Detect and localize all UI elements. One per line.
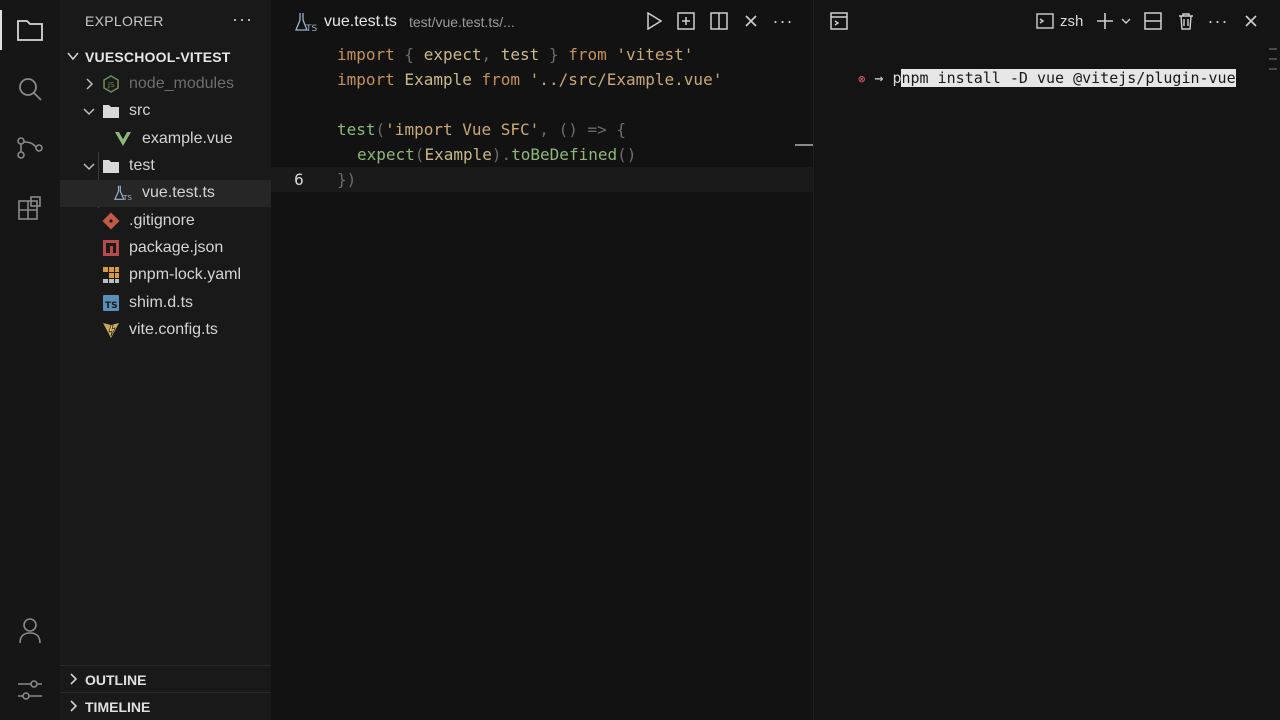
terminal-shell-name[interactable]: zsh bbox=[1060, 13, 1083, 30]
test-flask-icon: TS bbox=[114, 184, 132, 202]
tree-item-label: node_modules bbox=[129, 75, 234, 92]
svg-text:TS: TS bbox=[105, 301, 118, 311]
tree-item-label: test bbox=[129, 157, 155, 174]
close-icon[interactable] bbox=[740, 10, 762, 32]
ts-icon: TS bbox=[102, 294, 120, 312]
split-editor-icon[interactable] bbox=[708, 10, 730, 32]
workspace-root[interactable]: VUESCHOOL-VITEST bbox=[60, 46, 271, 70]
npm-icon bbox=[102, 239, 120, 257]
tree-item-gitignore[interactable]: .gitignore bbox=[60, 208, 271, 235]
chevron-down-icon[interactable] bbox=[1115, 10, 1137, 32]
settings-sliders-icon[interactable] bbox=[14, 674, 46, 706]
tree-item-vite-config[interactable]: vite.config.ts bbox=[60, 317, 271, 344]
editor-tab[interactable]: TS vue.test.ts test/vue.test.ts/... ··· bbox=[271, 0, 813, 42]
vue-icon bbox=[114, 130, 132, 148]
tree-item-vue-test-ts[interactable]: TS vue.test.ts bbox=[60, 180, 271, 207]
workspace-root-label: VUESCHOOL-VITEST bbox=[85, 49, 231, 65]
terminal-scrollbar-marks bbox=[1268, 45, 1278, 77]
chevron-down-icon bbox=[82, 159, 96, 178]
timeline-label: TIMELINE bbox=[85, 699, 151, 715]
tree-item-label: pnpm-lock.yaml bbox=[129, 266, 242, 283]
tree-item-label: vue.test.ts bbox=[142, 184, 215, 201]
search-icon[interactable] bbox=[14, 73, 46, 105]
more-actions-icon[interactable]: ··· bbox=[772, 10, 794, 32]
tab-filepath: test/vue.test.ts/... bbox=[409, 14, 515, 30]
tree-item-label: src bbox=[129, 102, 151, 119]
tree-item-test[interactable]: test bbox=[60, 153, 271, 180]
tree-item-label: package.json bbox=[129, 239, 224, 256]
explorer-title: EXPLORER bbox=[85, 13, 164, 29]
source-control-icon[interactable] bbox=[14, 132, 46, 164]
tree-item-label: example.vue bbox=[142, 130, 233, 147]
extensions-icon[interactable] bbox=[14, 192, 46, 224]
activity-bar bbox=[0, 0, 60, 720]
pnpm-icon bbox=[102, 266, 120, 284]
tree-item-node-modules[interactable]: JS node_modules bbox=[60, 71, 271, 98]
explorer-files-icon[interactable] bbox=[14, 14, 46, 46]
code-line: expect(Example).toBeDefined() bbox=[357, 145, 637, 164]
overview-ruler-marker bbox=[795, 144, 813, 146]
chevron-right-icon bbox=[82, 77, 96, 96]
outline-label: OUTLINE bbox=[85, 672, 147, 688]
terminal-panel-icon[interactable] bbox=[828, 10, 850, 32]
code-line: test('import Vue SFC', () => { bbox=[337, 120, 626, 139]
run-icon[interactable] bbox=[643, 10, 665, 32]
terminal-panel[interactable]: zsh ··· ⊗ → pnpm install -D vue @vitejs/… bbox=[813, 0, 1280, 720]
vite-icon bbox=[102, 321, 120, 339]
tree-item-label: vite.config.ts bbox=[129, 321, 218, 338]
terminal-command-line[interactable]: ⊗ → pnpm install -D vue @vitejs/plugin-v… bbox=[822, 51, 1236, 105]
split-terminal-icon[interactable] bbox=[1142, 10, 1164, 32]
git-icon bbox=[102, 212, 120, 230]
editor-pane: TS vue.test.ts test/vue.test.ts/... ··· … bbox=[271, 0, 813, 720]
tree-item-package-json[interactable]: package.json bbox=[60, 235, 271, 262]
code-line: import { expect, test } from 'vitest' bbox=[337, 45, 694, 64]
chevron-down-icon bbox=[65, 48, 81, 69]
close-icon[interactable] bbox=[1240, 10, 1262, 32]
selected-command-text: npm install -D vue @vitejs/plugin-vue bbox=[901, 69, 1236, 87]
tab-filename: vue.test.ts bbox=[324, 13, 397, 30]
svg-text:JS: JS bbox=[107, 81, 115, 89]
timeline-section[interactable]: TIMELINE bbox=[60, 692, 271, 720]
svg-text:TS: TS bbox=[305, 24, 317, 32]
tree-item-label: shim.d.ts bbox=[129, 294, 194, 311]
folder-icon bbox=[102, 157, 120, 175]
tree-item-pnpm-lock[interactable]: pnpm-lock.yaml bbox=[60, 262, 271, 289]
tree-item-shim-d-ts[interactable]: TS shim.d.ts bbox=[60, 290, 271, 317]
code-line: import Example from '../src/Example.vue' bbox=[337, 70, 723, 89]
tree-item-src[interactable]: src bbox=[60, 98, 271, 125]
chevron-right-icon bbox=[66, 699, 80, 718]
tree-item-label: .gitignore bbox=[129, 212, 195, 229]
chevron-down-icon bbox=[82, 104, 96, 123]
explorer-sidebar: EXPLORER ··· VUESCHOOL-VITEST JS node_mo… bbox=[60, 0, 271, 720]
trash-icon[interactable] bbox=[1175, 10, 1197, 32]
test-flask-icon: TS bbox=[295, 12, 317, 37]
error-status-icon: ⊗ bbox=[858, 72, 866, 86]
line-number: 6 bbox=[294, 170, 304, 189]
more-actions-icon[interactable]: ··· bbox=[1207, 10, 1229, 32]
chevron-right-icon bbox=[66, 672, 80, 691]
prompt-arrow: → bbox=[874, 69, 884, 87]
folder-icon bbox=[102, 102, 120, 120]
node-folder-icon: JS bbox=[102, 75, 120, 93]
add-terminal-icon[interactable] bbox=[1094, 10, 1116, 32]
active-indicator bbox=[0, 10, 2, 50]
terminal-shell-icon[interactable] bbox=[1034, 10, 1056, 32]
new-file-icon[interactable] bbox=[675, 10, 697, 32]
outline-section[interactable]: OUTLINE bbox=[60, 665, 271, 693]
explorer-more-button[interactable]: ··· bbox=[232, 9, 253, 30]
code-line-current: 6 }) bbox=[271, 167, 813, 192]
account-icon[interactable] bbox=[14, 614, 46, 646]
svg-text:TS: TS bbox=[122, 193, 132, 202]
tree-item-example-vue[interactable]: example.vue bbox=[60, 126, 271, 153]
